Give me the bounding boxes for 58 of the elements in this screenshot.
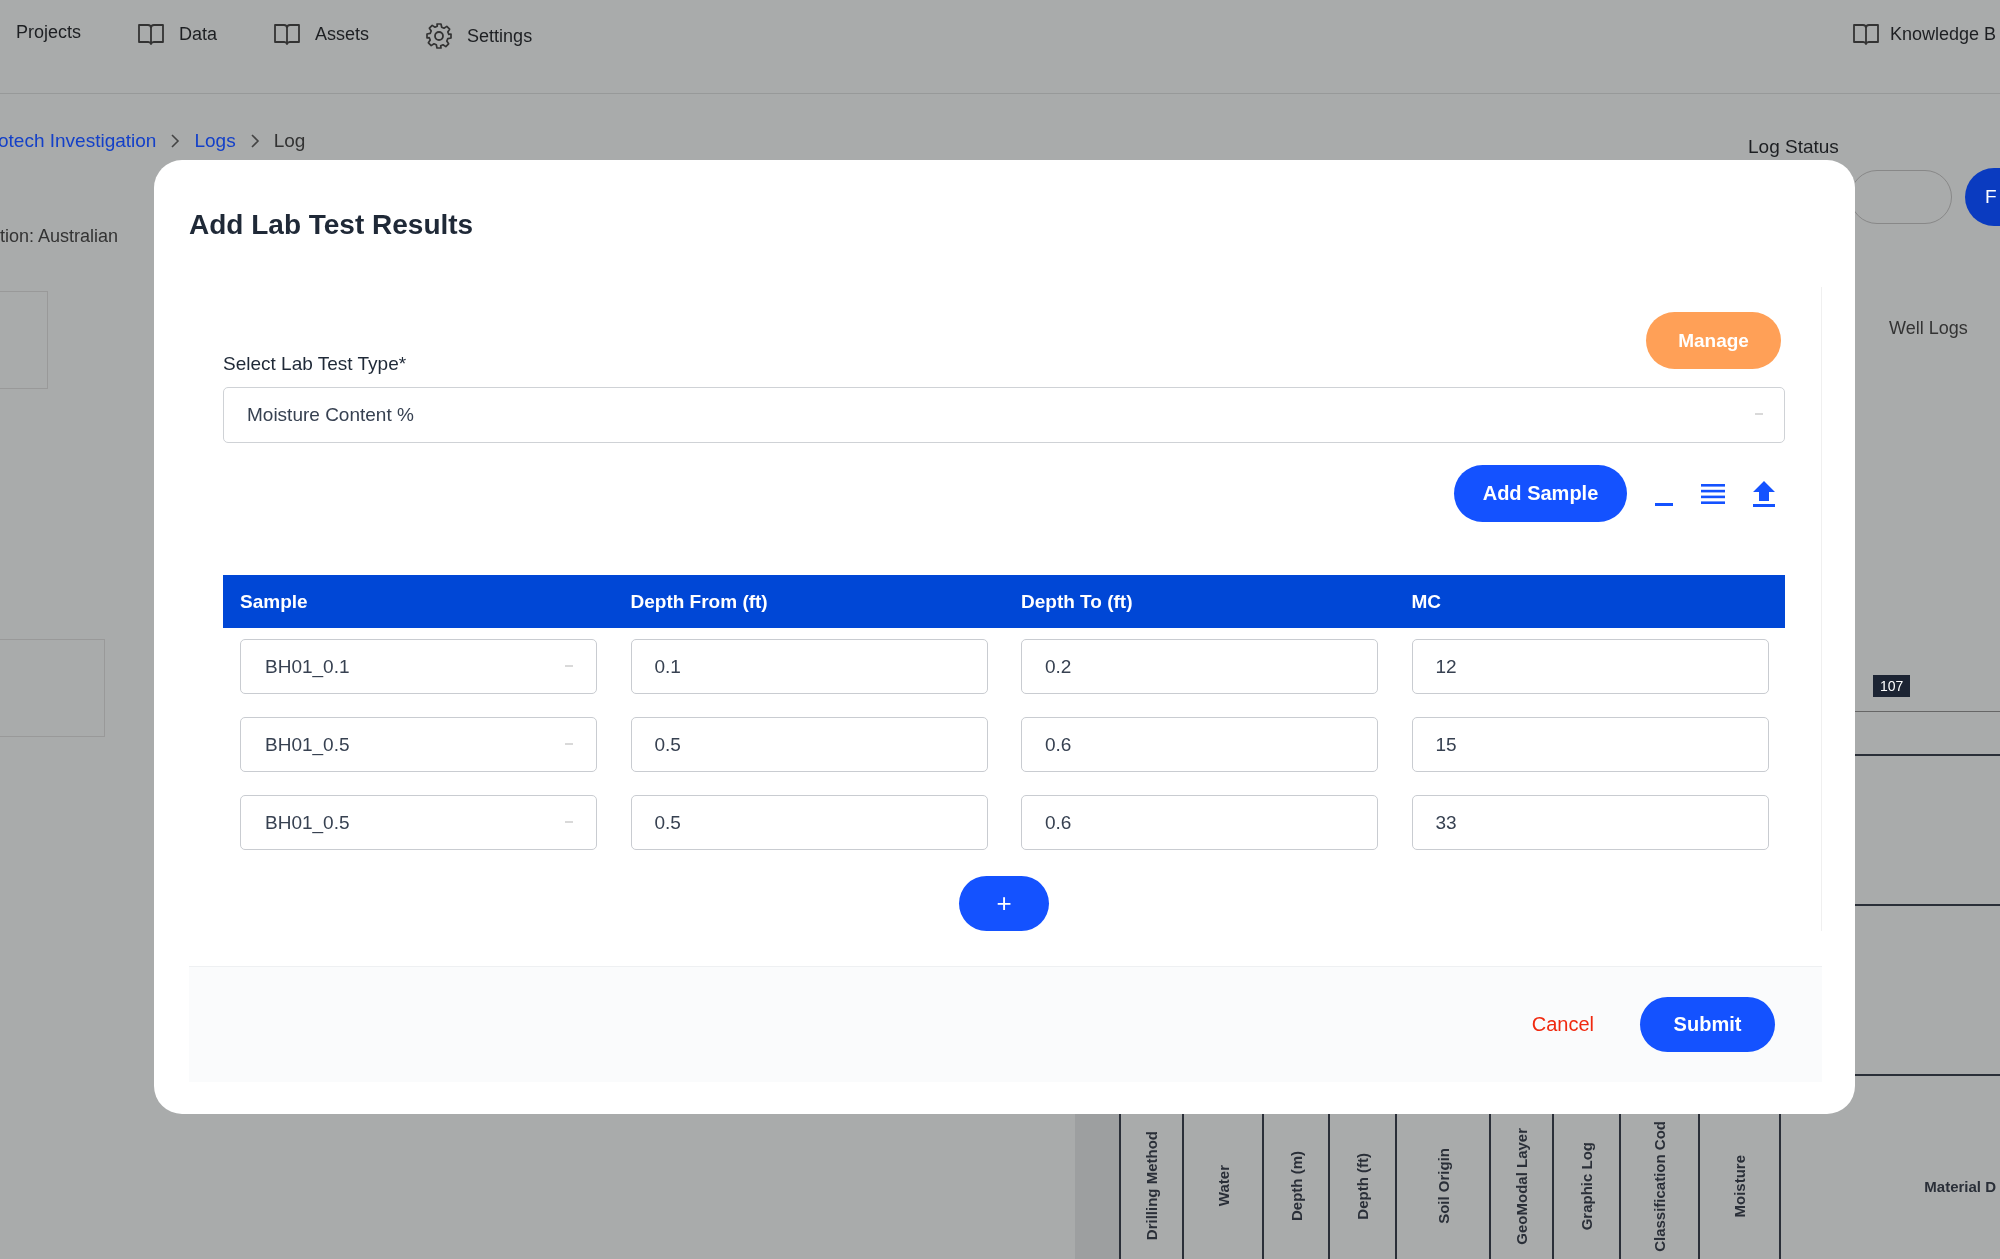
column-header: Depth To (ft) (1020, 590, 1134, 613)
column-header: Graphic Log (1578, 1141, 1595, 1231)
sample-select[interactable]: BH01_0.5 (240, 795, 597, 850)
depth-marker: 107 (1873, 675, 1911, 697)
caret-icon (564, 820, 574, 825)
caret-icon (1754, 413, 1764, 417)
chevron-icon (249, 134, 260, 148)
column-header: Moisture (1731, 1154, 1748, 1218)
input-field[interactable]: 12 (1411, 639, 1769, 694)
nav-link[interactable]: Data (137, 22, 218, 46)
section-title: Well Logs (1889, 318, 1969, 339)
book-icon (137, 22, 166, 46)
upload-icon[interactable] (1753, 480, 1775, 507)
input-field[interactable]: 0.5 (630, 717, 988, 772)
column-header: Depth From (ft) (629, 590, 769, 613)
column-header: Sample (239, 590, 309, 613)
input-field[interactable]: 0.6 (1021, 795, 1378, 850)
minus-icon[interactable] (1655, 502, 1673, 507)
input-field[interactable]: 15 (1411, 717, 1769, 772)
input-field[interactable]: 0.1 (630, 639, 988, 694)
book-icon (273, 22, 302, 46)
location-text: tion: Australian (0, 226, 119, 247)
add-sample-button[interactable]: Add Sample (1454, 465, 1627, 522)
list-icon[interactable] (1701, 483, 1725, 504)
book-icon (1851, 22, 1880, 46)
column-header: Depth (ft) (1354, 1152, 1371, 1220)
settings-icon (425, 22, 454, 50)
input-field[interactable]: 0.6 (1021, 717, 1378, 772)
column-header: Drilling Method (1143, 1131, 1160, 1241)
caret-icon (564, 742, 574, 747)
submit-button[interactable]: Submit (1640, 997, 1775, 1052)
nav-link[interactable]: Settings (425, 22, 533, 50)
field-label: Select Lab Test Type* (223, 353, 408, 375)
column-header: Soil Origin (1434, 1148, 1452, 1224)
status-label: Log Status (1748, 136, 1840, 158)
column-header: Depth (m) (1287, 1151, 1305, 1221)
nav-link[interactable]: Knowledge B (1851, 22, 1996, 46)
sample-select[interactable]: BH01_0.5 (240, 717, 597, 772)
dialog-title: Add Lab Test Results (189, 208, 475, 242)
action-button[interactable]: F (1965, 168, 2000, 226)
column-header: GeoModal Layer (1513, 1127, 1530, 1245)
test-type-select[interactable]: Moisture Content % (223, 387, 1785, 443)
breadcrumb-link[interactable]: Logs (194, 130, 236, 152)
breadcrumb-current: Log (273, 130, 306, 152)
nav-link[interactable]: Projects (16, 22, 82, 43)
column-header: MC (1410, 590, 1443, 613)
input-field[interactable]: 0.2 (1021, 639, 1378, 694)
caret-icon (564, 664, 574, 669)
input-field[interactable]: 33 (1411, 795, 1769, 850)
nav-link[interactable]: Assets (273, 22, 370, 46)
sample-select[interactable]: BH01_0.1 (240, 639, 597, 694)
cancel-button[interactable]: Cancel (1525, 1012, 1600, 1037)
add-row-button[interactable]: + (959, 876, 1049, 931)
chevron-icon (170, 134, 181, 148)
input-field[interactable]: 0.5 (630, 795, 988, 850)
column-header: Water (1214, 1165, 1232, 1207)
column-header: Classification Cod (1651, 1120, 1668, 1252)
column-header: Material D (1924, 1177, 1996, 1195)
